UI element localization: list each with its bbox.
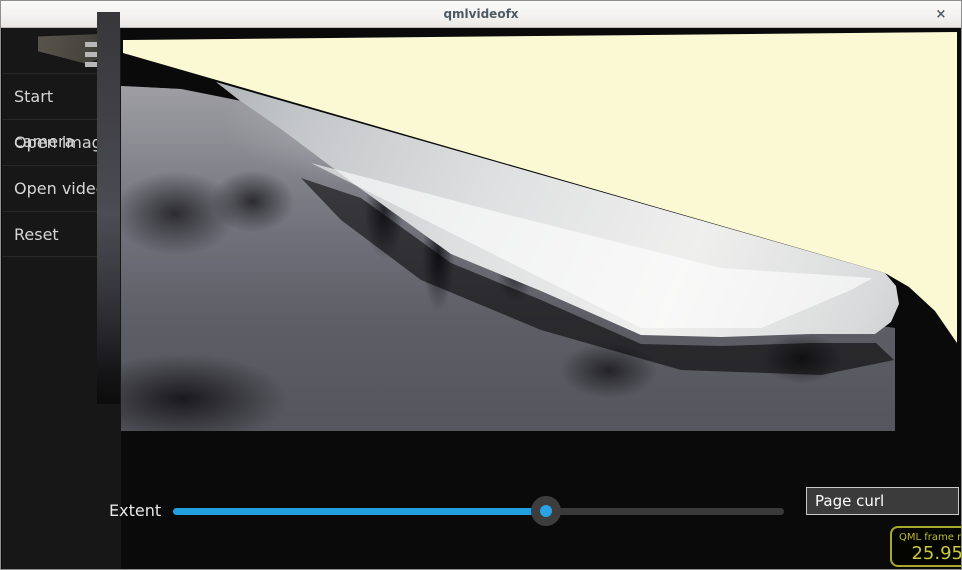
sidebar-item-open-video[interactable]: Open video [2, 165, 112, 211]
sidebar-item-reset[interactable]: Reset [2, 211, 112, 257]
title-bar: qmlvideofx × [1, 1, 961, 28]
sidebar-item-start-camera[interactable]: Start camera [2, 73, 112, 119]
fps-badge-value: 25.95 [899, 543, 962, 564]
sidebar-translucent-edge [97, 12, 120, 404]
sidebar-item-open-image[interactable]: Open image [2, 119, 112, 165]
fps-badge-label: QML frame r... [899, 532, 962, 543]
window-title: qmlvideofx [443, 7, 518, 21]
slider-handle-dot [540, 505, 552, 517]
extent-slider-label: Extent [109, 501, 161, 520]
extent-slider[interactable] [173, 496, 784, 526]
slider-handle[interactable] [531, 496, 561, 526]
slider-fill [173, 508, 546, 515]
fps-badge: QML frame r... 25.95 [890, 526, 962, 567]
effect-selector-button[interactable]: Page curl [806, 487, 959, 515]
app-window: qmlvideofx × Start camera Open image Ope… [0, 0, 962, 570]
sidebar-menu: Start camera Open image Open video Reset [2, 73, 112, 257]
close-icon[interactable]: × [931, 5, 951, 25]
